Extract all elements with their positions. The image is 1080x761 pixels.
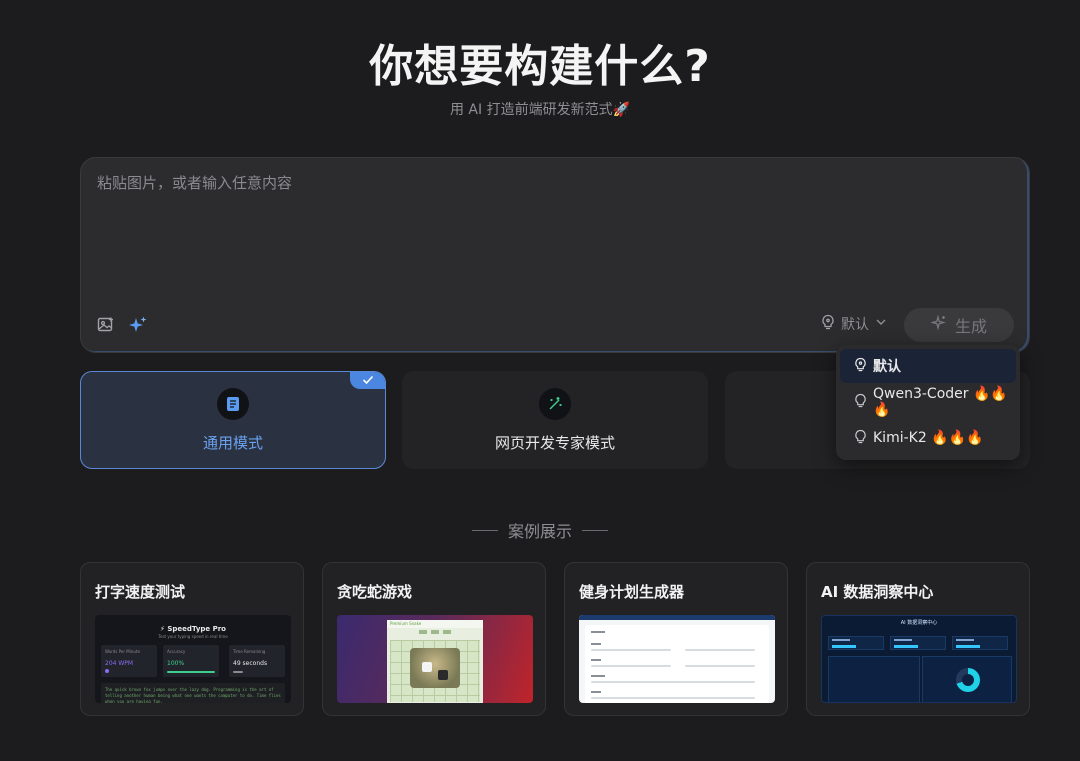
divider bbox=[471, 529, 498, 531]
case-title: 健身计划生成器 bbox=[579, 583, 685, 601]
model-dropdown: 默认 Qwen3-Coder 🔥🔥🔥 Kimi-K2 🔥🔥🔥 bbox=[836, 345, 1020, 460]
case-thumbnail: ⚡ SpeedType Pro Test your typing speed i… bbox=[95, 615, 291, 703]
thumb-board-title: Premium Snake bbox=[387, 620, 483, 628]
model-select[interactable]: 默认 bbox=[821, 312, 887, 336]
case-card-fitness-planner[interactable]: 健身计划生成器 bbox=[564, 562, 788, 716]
chevron-down-icon bbox=[875, 316, 887, 332]
thumb-stat: Accuracy 100% bbox=[163, 645, 219, 677]
mode-label: 通用模式 bbox=[202, 433, 263, 452]
page-title: 你想要构建什么? bbox=[369, 41, 711, 92]
model-select-label: 默认 bbox=[841, 317, 869, 333]
generate-button[interactable]: 生成 bbox=[904, 308, 1014, 342]
thumb-stat: Words Per Minute 204 WPM bbox=[101, 645, 157, 677]
generate-button-label: 生成 bbox=[954, 317, 987, 336]
thumb-subtitle: Test your typing speed in real time bbox=[158, 634, 228, 639]
thumb-stat: Time Remaining 49 seconds bbox=[229, 645, 285, 677]
case-title: 打字速度测试 bbox=[95, 583, 186, 601]
prompt-input[interactable] bbox=[97, 172, 997, 292]
mode-label: 网页开发专家模式 bbox=[494, 433, 615, 452]
mode-card-web-expert[interactable]: 网页开发专家模式 bbox=[402, 371, 708, 469]
document-icon bbox=[217, 387, 249, 420]
lightbulb-icon bbox=[854, 357, 867, 376]
case-title: AI 数据洞察中心 bbox=[821, 583, 934, 601]
case-card-typing-test[interactable]: 打字速度测试 ⚡ SpeedType Pro Test your typing … bbox=[80, 562, 304, 716]
check-icon bbox=[350, 372, 385, 389]
page-subtitle: 用 AI 打造前端研发新范式🚀 bbox=[449, 102, 631, 118]
sparkle-icon[interactable] bbox=[127, 314, 149, 336]
thumb-app-title: ⚡ SpeedType Pro bbox=[159, 625, 226, 633]
thumb-game-board: Premium Snake bbox=[387, 620, 483, 703]
showcase-header: 案例展示 bbox=[0, 518, 1080, 542]
divider bbox=[582, 529, 608, 531]
thumb-dashboard-title: AI 数据洞察中心 bbox=[900, 620, 938, 626]
image-upload-icon[interactable] bbox=[95, 314, 117, 336]
lightbulb-icon bbox=[854, 429, 867, 448]
mode-card-general[interactable]: 通用模式 bbox=[80, 371, 386, 469]
showcase-title: 案例展示 bbox=[507, 522, 572, 541]
case-card-snake-game[interactable]: 贪吃蛇游戏 Premium Snake bbox=[322, 562, 546, 716]
lightbulb-icon bbox=[821, 314, 835, 334]
lightbulb-icon bbox=[854, 393, 867, 412]
model-option-label: 默认 bbox=[873, 359, 901, 375]
case-thumbnail bbox=[579, 615, 775, 703]
model-option-qwen3-coder[interactable]: Qwen3-Coder 🔥🔥🔥 bbox=[840, 385, 1016, 419]
model-option-default[interactable]: 默认 bbox=[840, 349, 1016, 383]
case-thumbnail: Premium Snake bbox=[337, 615, 533, 703]
prompt-box: 默认 生成 bbox=[80, 157, 1030, 353]
sparkle-icon bbox=[930, 314, 947, 335]
page: 你想要构建什么? 用 AI 打造前端研发新范式🚀 粘贴图片，或者输入任意内容 默… bbox=[0, 0, 1080, 761]
case-title: 贪吃蛇游戏 bbox=[337, 583, 413, 601]
case-card-ai-insight[interactable]: AI 数据洞察中心 AI 数据洞察中心 bbox=[806, 562, 1030, 716]
model-option-label: Qwen3-Coder 🔥🔥🔥 bbox=[873, 386, 1008, 418]
model-option-label: Kimi-K2 🔥🔥🔥 bbox=[873, 430, 984, 446]
magic-wand-icon bbox=[539, 387, 571, 420]
model-option-kimi-k2[interactable]: Kimi-K2 🔥🔥🔥 bbox=[840, 421, 1016, 455]
thumb-sample-text: The quick brown fox jumps over the lazy … bbox=[101, 683, 285, 703]
case-thumbnail: AI 数据洞察中心 bbox=[821, 615, 1017, 703]
